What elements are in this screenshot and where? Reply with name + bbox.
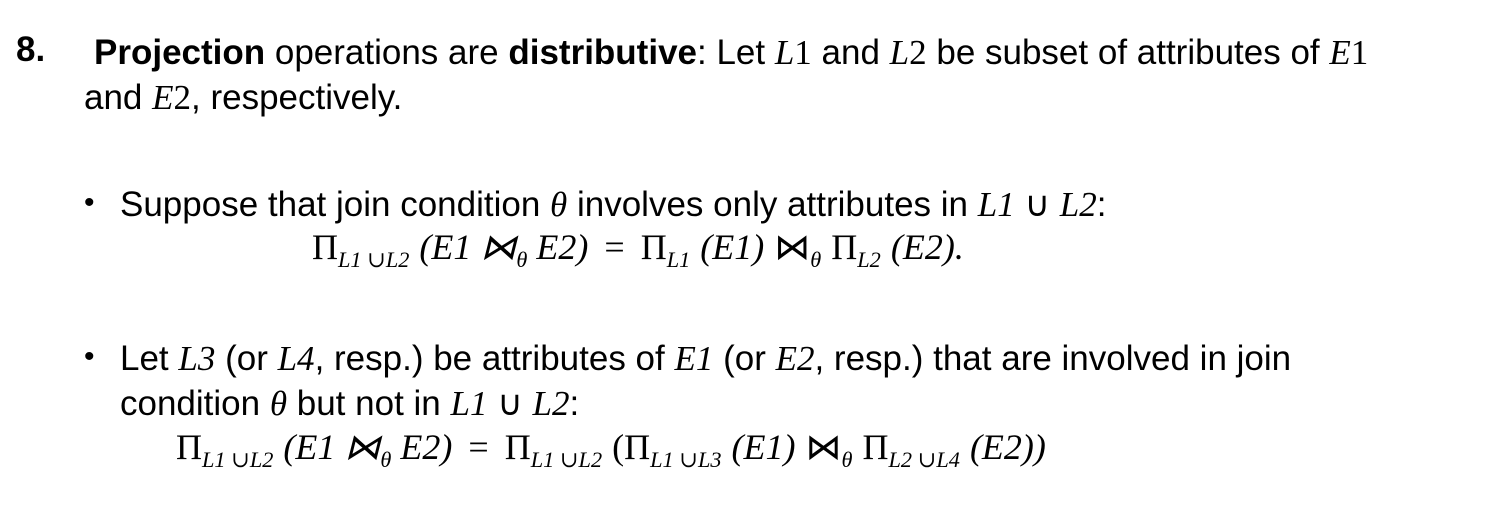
bullet-marker: • <box>84 340 95 373</box>
bullet2-text: Let L3 (or L4, resp.) be attributes of E… <box>120 339 1292 423</box>
rule-statement: Projection operations are distributive: … <box>84 33 1369 117</box>
term-projection: Projection <box>94 33 266 72</box>
item-number: 8. <box>16 30 46 69</box>
bullet1-text: Suppose that join condition θ involves o… <box>120 185 1107 224</box>
formula-join-projection: ΠL1 ∪L2 (E1 ⋈θ E2) = ΠL1 (E1) ⋈θ ΠL2 (E2… <box>312 227 964 272</box>
formula-join-projection-extended: ΠL1 ∪L2 (E1 ⋈θ E2) = ΠL1 ∪L2 (ΠL1 ∪L3 (E… <box>176 427 1046 472</box>
bullet-marker: • <box>84 186 95 219</box>
term-distributive: distributive <box>508 33 697 72</box>
